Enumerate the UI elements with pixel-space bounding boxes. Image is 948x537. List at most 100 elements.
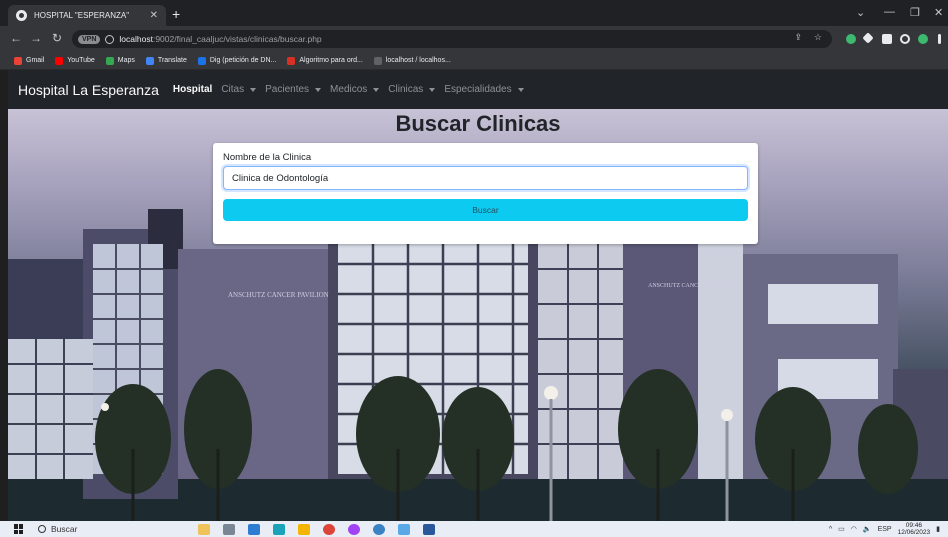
minimize-icon[interactable]: — [884,6,895,18]
menu-kebab-icon[interactable] [938,34,941,44]
taskbar-search[interactable]: Buscar [38,524,168,534]
taskbar-clock[interactable]: 09:46 12/06/2023 [898,522,931,536]
volume-icon[interactable]: 🔈 [863,525,872,533]
nav-item-hospital[interactable]: Hospital [173,84,212,95]
vscode-icon[interactable] [248,523,260,535]
address-bar[interactable]: VPN localhost :9002/final_caaljuc/vistas… [72,30,832,48]
widgets-icon[interactable] [198,523,210,535]
bookmark-favicon-icon [14,56,22,65]
bookmark-label: Gmail [26,57,45,64]
clock-date: 12/06/2023 [897,529,931,536]
wifi-icon[interactable]: ◠ [851,525,857,533]
telegram-icon[interactable] [373,523,385,535]
site-navbar: Hospital La Esperanza Hospital Citas Pacie… [8,70,948,109]
search-icon [38,525,46,533]
new-tab-icon[interactable]: + [172,6,180,22]
bookmark-item[interactable]: Translate [145,56,187,65]
page-title: Buscar Clinicas [395,111,561,136]
bookmark-item[interactable]: Gmail [14,56,45,65]
building-sign-left: ANSCHUTZ CANCER PAVILION [228,291,329,299]
bookmark-label: Dig (petición de DN... [209,57,277,64]
close-window-icon[interactable]: ✕ [934,6,943,19]
hero-background: ANSCHUTZ CANCER PAVILION ANSCHUTZ CANCER… [8,109,948,521]
bookmark-item[interactable]: Algoritmo para ord... [287,56,363,65]
bookmark-label: YouTube [67,57,95,64]
dropdown-caret-icon [373,87,380,92]
bookmark-item[interactable]: Dig (petición de DN... [197,56,277,65]
windows-start-icon[interactable] [14,524,24,534]
clinic-name-label: Nombre de la Clinica [223,152,312,163]
extensions-puzzle-icon[interactable] [862,32,874,44]
nav-item-label: Especialidades [444,84,512,95]
site-favicon-icon [16,10,27,21]
bookmark-star-icon[interactable]: ☆ [814,32,822,43]
share-icon[interactable]: ⇪ [794,32,802,43]
building-sign-right: ANSCHUTZ CANCER PAVILION [648,283,735,289]
opera-icon[interactable] [348,523,360,535]
word-icon[interactable] [423,523,435,535]
bookmark-label: Translate [157,57,187,64]
search-button[interactable]: Buscar [223,199,748,221]
dropdown-caret-icon [250,87,257,92]
edge-icon[interactable] [273,523,285,535]
notification-icon[interactable]: ▮ [936,525,940,533]
bookmark-favicon-icon [197,56,206,65]
clock-time: 09:46 [905,522,922,529]
bookmark-label: localhost / localhos... [385,57,451,64]
task-view-icon[interactable] [223,523,235,535]
nav-item-label: Pacientes [265,84,310,95]
language-indicator[interactable]: ESP [878,526,892,533]
maximize-icon[interactable]: ❐ [910,6,920,19]
tab-title: HOSPITAL "ESPERANZA" [34,11,130,20]
browser-tab[interactable]: HOSPITAL "ESPERANZA" ✕ [8,5,166,26]
brand-link[interactable]: Hospital La Esperanza [18,82,159,98]
bookmark-favicon-icon [373,56,382,65]
nav-item-label: Hospital [172,84,213,95]
reload-icon[interactable]: ↻ [52,31,62,45]
vpn-badge[interactable]: VPN [78,34,101,44]
system-tray: ^ ▭ ◠ 🔈 ESP 09:46 12/06/2023 ▮ [829,521,940,537]
dropdown-caret-icon [517,87,524,92]
photos-icon[interactable] [398,523,410,535]
sidebar-icon[interactable] [882,34,892,44]
dropdown-caret-icon [315,87,322,92]
bookmark-item[interactable]: YouTube [55,56,95,65]
nav-item-pacientes[interactable]: Pacientes [265,84,322,95]
tab-search-icon[interactable]: ⌄ [856,6,865,19]
dropdown-caret-icon [429,87,436,92]
bookmark-item[interactable]: localhost / localhos... [373,56,451,65]
taskbar-search-label: Buscar [51,524,78,534]
file-explorer-icon[interactable] [298,523,310,535]
browser-tab-strip: HOSPITAL "ESPERANZA" ✕ + ⌄ — ❐ ✕ [0,0,948,26]
nav-item-label: Citas [221,84,245,95]
chrome-icon[interactable] [323,523,335,535]
windows-taskbar: Buscar ^ ▭ ◠ 🔈 ESP 09:46 12/06/2023 ▮ [0,521,948,537]
battery-icon[interactable]: ▭ [838,525,845,533]
bookmark-favicon-icon [287,56,296,65]
tray-overflow-icon[interactable]: ^ [829,526,832,533]
forward-icon[interactable]: → [30,31,42,45]
nav-item-citas[interactable]: Citas [221,84,257,95]
bookmark-favicon-icon [55,56,64,65]
nav-item-especialidades[interactable]: Especialidades [444,84,524,95]
site-info-icon[interactable] [105,34,115,44]
url-path: :9002/final_caaljuc/vistas/clinicas/busc… [152,34,322,44]
profile-icon[interactable] [900,34,910,44]
search-form: Nombre de la Clinica Buscar [213,143,758,244]
nav-item-clinicas[interactable]: Clinicas [388,84,436,95]
extension-icon[interactable] [846,34,856,44]
update-icon[interactable] [918,34,928,44]
nav-item-medicos[interactable]: Medicos [330,84,380,95]
nav-item-label: Medicos [330,84,368,95]
bookmark-favicon-icon [105,56,114,65]
clinic-name-input[interactable] [223,166,748,190]
bookmark-favicon-icon [145,56,154,65]
bookmark-label: Maps [117,57,135,64]
url-host: localhost [119,34,153,44]
bookmark-item[interactable]: Maps [105,56,135,65]
back-icon[interactable]: ← [10,31,22,45]
close-tab-icon[interactable]: ✕ [150,10,158,21]
nav-item-label: Clinicas [388,84,424,95]
bookmark-label: Algoritmo para ord... [299,57,363,64]
bookmarks-bar: Gmail YouTube Maps Translate Dig (petición d… [0,52,948,70]
